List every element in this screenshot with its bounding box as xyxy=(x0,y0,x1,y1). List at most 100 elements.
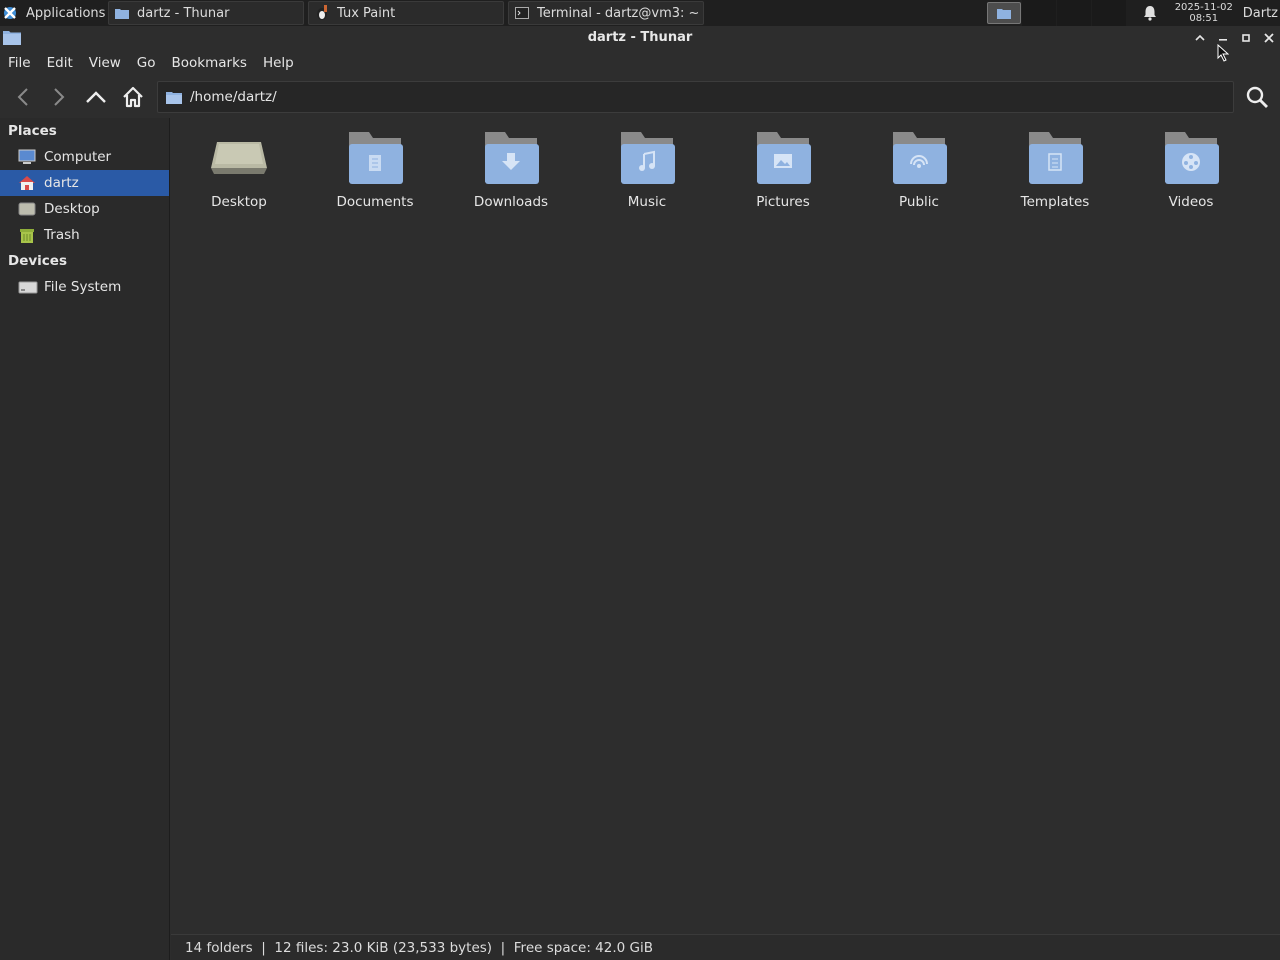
folder-icon xyxy=(996,9,1011,19)
home-button[interactable] xyxy=(118,82,148,112)
file-view[interactable]: Desktop Documents Downloads Music Pictur… xyxy=(171,118,1280,934)
sidebar-item-dartz[interactable]: dartz xyxy=(0,170,169,196)
close-icon xyxy=(1264,33,1274,43)
folder-item-documents[interactable]: Documents xyxy=(315,128,435,210)
menu-edit[interactable]: Edit xyxy=(47,55,73,71)
window-titlebar[interactable]: dartz - Thunar xyxy=(0,26,1280,50)
tux-paint-icon xyxy=(315,5,329,21)
workspace-1[interactable] xyxy=(986,0,1021,26)
window-title: dartz - Thunar xyxy=(587,30,693,45)
sidebar-item-label: File System xyxy=(44,279,122,295)
folder-label: Downloads xyxy=(473,194,549,210)
taskbar-window-label: Terminal - dartz@vm3: ~ xyxy=(537,5,700,21)
close-button[interactable] xyxy=(1261,30,1277,46)
chevron-right-icon xyxy=(54,88,65,106)
menubar: File Edit View Go Bookmarks Help xyxy=(0,50,1280,76)
sidebar-item-file-system[interactable]: File System xyxy=(0,274,169,300)
clock-date: 2025-11-02 xyxy=(1174,2,1233,13)
sidebar-item-trash[interactable]: Trash xyxy=(0,222,169,248)
folder-label: Music xyxy=(627,194,667,210)
public-folder-icon xyxy=(893,132,947,184)
folder-item-public[interactable]: Public xyxy=(859,128,979,210)
taskbar-window-label: Tux Paint xyxy=(337,5,396,21)
documents-folder-icon xyxy=(349,132,403,184)
drive-icon xyxy=(18,279,38,295)
search-button[interactable] xyxy=(1242,82,1272,112)
folder-item-templates[interactable]: Templates xyxy=(995,128,1115,210)
location-bar[interactable]: /home/dartz/ xyxy=(157,81,1234,113)
chevron-up-icon xyxy=(86,91,106,103)
xfce-logo-icon xyxy=(2,5,18,21)
toolbar: /home/dartz/ xyxy=(0,78,1280,116)
notification-bell-icon[interactable] xyxy=(1135,5,1165,21)
maximize-icon xyxy=(1242,34,1250,42)
folder-label: Desktop xyxy=(211,194,267,210)
sidebar-item-label: Desktop xyxy=(44,201,100,217)
videos-folder-icon xyxy=(1165,132,1219,184)
terminal-icon xyxy=(515,7,529,19)
search-icon xyxy=(1246,86,1268,108)
home-icon xyxy=(18,175,38,191)
status-bar: 14 folders | 12 files: 23.0 KiB (23,533 … xyxy=(171,934,1280,960)
folder-item-downloads[interactable]: Downloads xyxy=(451,128,571,210)
folder-item-pictures[interactable]: Pictures xyxy=(723,128,843,210)
chevron-up-icon xyxy=(1195,34,1205,41)
taskbar-window-label: dartz - Thunar xyxy=(137,5,230,21)
taskbar-window-tux-paint[interactable]: Tux Paint xyxy=(308,1,504,25)
taskbar-window-terminal[interactable]: Terminal - dartz@vm3: ~ xyxy=(508,1,704,25)
applications-label: Applications xyxy=(26,5,106,21)
applications-menu-button[interactable]: Applications xyxy=(0,1,108,25)
sidebar-item-desktop[interactable]: Desktop xyxy=(0,196,169,222)
places-heading: Places xyxy=(8,123,57,139)
menu-help[interactable]: Help xyxy=(263,55,294,71)
home-icon xyxy=(123,86,143,108)
folder-label: Public xyxy=(899,194,939,210)
sidebar-item-label: Trash xyxy=(44,227,80,243)
folder-label: Pictures xyxy=(756,194,810,210)
sidebar-item-label: dartz xyxy=(44,175,79,191)
folder-label: Videos xyxy=(1168,194,1214,210)
system-tray: 2025-11-02 08:51 Dartz xyxy=(986,0,1280,26)
menu-bookmarks[interactable]: Bookmarks xyxy=(172,55,247,71)
forward-button[interactable] xyxy=(44,82,74,112)
desktop-icon xyxy=(18,201,38,217)
menu-go[interactable]: Go xyxy=(137,55,156,71)
mouse-cursor-icon xyxy=(1217,43,1230,66)
menu-view[interactable]: View xyxy=(89,55,121,71)
sidebar: Places Computer dartz Desktop Trash Devi… xyxy=(0,118,170,960)
status-text: 14 folders | 12 files: 23.0 KiB (23,533 … xyxy=(185,939,653,956)
menu-file[interactable]: File xyxy=(8,55,31,71)
maximize-button[interactable] xyxy=(1238,30,1254,46)
minimize-icon xyxy=(1219,39,1227,41)
workspace-4[interactable] xyxy=(1091,0,1126,26)
chevron-left-icon xyxy=(17,88,28,106)
folder-label: Documents xyxy=(336,194,414,210)
templates-folder-icon xyxy=(1029,132,1083,184)
folder-item-videos[interactable]: Videos xyxy=(1131,128,1251,210)
top-panel: Applications dartz - Thunar Tux Paint Te… xyxy=(0,0,1280,26)
parent-folder-button[interactable] xyxy=(81,82,111,112)
sidebar-item-label: Computer xyxy=(44,149,112,165)
clock[interactable]: 2025-11-02 08:51 xyxy=(1169,2,1239,24)
workspace-3[interactable] xyxy=(1056,0,1091,26)
shade-button[interactable] xyxy=(1192,30,1208,46)
folder-icon xyxy=(166,92,182,104)
back-button[interactable] xyxy=(8,82,38,112)
sidebar-item-computer[interactable]: Computer xyxy=(0,144,169,170)
folder-label: Templates xyxy=(1020,194,1090,210)
user-menu[interactable]: Dartz xyxy=(1243,6,1280,21)
clock-time: 08:51 xyxy=(1189,13,1219,24)
folder-item-music[interactable]: Music xyxy=(587,128,707,210)
taskbar-window-thunar[interactable]: dartz - Thunar xyxy=(108,1,304,25)
workspace-2[interactable] xyxy=(1021,0,1056,26)
devices-heading: Devices xyxy=(8,253,67,269)
desktop-folder-icon xyxy=(211,142,267,174)
trash-icon xyxy=(18,226,38,244)
folder-icon xyxy=(115,7,129,19)
downloads-folder-icon xyxy=(485,132,539,184)
computer-icon xyxy=(18,149,38,165)
location-path[interactable]: /home/dartz/ xyxy=(190,89,277,105)
folder-item-desktop[interactable]: Desktop xyxy=(179,128,299,210)
music-folder-icon xyxy=(621,132,675,184)
pictures-folder-icon xyxy=(757,132,811,184)
